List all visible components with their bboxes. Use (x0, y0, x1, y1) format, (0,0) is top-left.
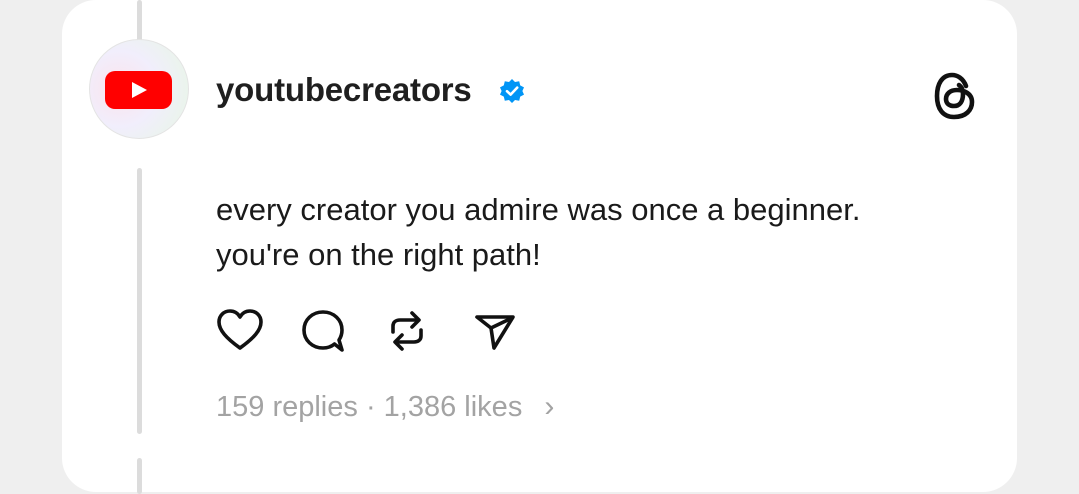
chevron-right-icon[interactable]: › (544, 390, 554, 423)
post-text: every creator you admire was once a begi… (216, 187, 1006, 277)
threads-logo-icon[interactable] (932, 70, 978, 122)
thread-line (137, 458, 142, 494)
avatar[interactable] (89, 39, 189, 139)
likes-count[interactable]: 1,386 likes (384, 391, 523, 423)
thread-line (137, 168, 142, 434)
share-icon[interactable] (472, 308, 518, 354)
youtube-logo-icon (105, 71, 172, 109)
replies-count[interactable]: 159 replies (216, 391, 358, 423)
repost-icon[interactable] (384, 308, 430, 354)
comment-icon[interactable] (299, 308, 349, 356)
post-stats: 159 replies · 1,386 likes › (216, 388, 554, 426)
stats-separator: · (365, 391, 376, 423)
username[interactable]: youtubecreators (216, 70, 472, 110)
verified-badge-icon (500, 79, 524, 103)
post-text-line: you're on the right path! (216, 237, 541, 272)
thread-line (137, 0, 142, 42)
heart-icon[interactable] (216, 308, 264, 352)
post-text-line: every creator you admire was once a begi… (216, 192, 861, 227)
